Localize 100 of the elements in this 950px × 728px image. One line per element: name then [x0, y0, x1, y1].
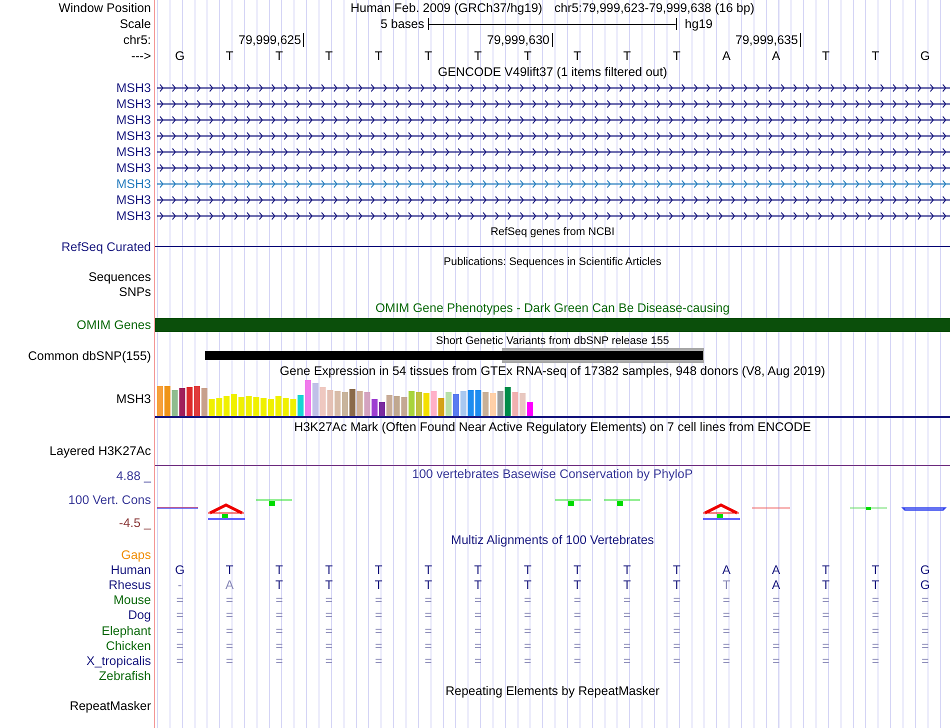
base-letter: = — [574, 608, 581, 622]
transcript-label[interactable]: MSH3 — [116, 129, 151, 143]
base-letter: = — [623, 638, 631, 653]
track-label[interactable]: RepeatMasker — [70, 699, 151, 713]
ruler-tick: 79,999,630 — [486, 33, 552, 47]
base-letter: = — [424, 638, 432, 653]
base-letter: = — [673, 638, 680, 653]
base-letter: = — [722, 624, 730, 638]
base-letter: = — [325, 608, 333, 622]
species-label[interactable]: Human — [110, 562, 151, 577]
base-letter: = — [772, 624, 780, 638]
base-letter: = — [574, 654, 581, 668]
base-letter: G — [174, 49, 185, 63]
assembly-name: Human Feb. 2009 (GRCh37/hg19) — [350, 1, 542, 15]
base-letter: T — [424, 49, 432, 63]
base-letter: T — [872, 562, 880, 577]
base-letter: T — [623, 578, 631, 592]
base-letter: = — [424, 608, 432, 622]
base-letter: T — [474, 562, 482, 577]
base-letter: = — [574, 593, 581, 608]
base-letter: = — [872, 638, 880, 653]
base-letter: = — [524, 638, 532, 653]
base-letter: T — [872, 578, 880, 592]
base-letter: G — [920, 562, 930, 577]
track-title: RefSeq genes from NCBI — [490, 224, 615, 238]
base-letter: T — [325, 562, 333, 577]
base-letter: T — [524, 49, 532, 63]
base-letter: = — [524, 593, 532, 608]
base-letter: = — [276, 608, 283, 622]
transcript-label[interactable]: MSH3 — [116, 145, 151, 159]
track-label[interactable]: Sequences — [88, 270, 151, 284]
scale-span: 5 bases — [380, 17, 424, 31]
base-letter: T — [672, 578, 681, 592]
track-title: 100 vertebrates Basewise Conservation by PhyloP — [412, 467, 693, 481]
base-letter: = — [474, 638, 482, 653]
base-letter: T — [574, 49, 582, 63]
row-label: ---> — [131, 49, 151, 63]
base-letter: = — [922, 654, 929, 668]
track-label[interactable]: OMIM Genes — [76, 318, 151, 332]
base-letter: A — [225, 578, 234, 592]
species-label[interactable]: X_tropicalis — [86, 654, 151, 668]
track-label[interactable]: RefSeq Curated — [61, 240, 151, 254]
base-letter: = — [772, 593, 780, 608]
axis-min: -4.5 _ — [119, 516, 151, 530]
base-letter: = — [822, 624, 830, 638]
track-label[interactable]: Common dbSNP(155) — [28, 348, 151, 362]
row-label: Window Position — [58, 1, 151, 15]
transcript-label[interactable]: MSH3 — [116, 193, 151, 207]
transcript-label[interactable]: MSH3 — [116, 161, 151, 175]
base-letter: = — [374, 593, 382, 608]
base-letter: T — [275, 578, 284, 592]
base-letter: T — [822, 49, 830, 63]
base-letter: = — [872, 624, 880, 638]
track-label: Gaps — [121, 548, 151, 562]
base-letter: = — [922, 624, 929, 638]
base-letter: T — [672, 49, 681, 63]
base-letter: = — [374, 624, 382, 638]
species-label[interactable]: Elephant — [102, 624, 151, 638]
species-label[interactable]: Rhesus — [108, 578, 151, 592]
transcript-label[interactable]: MSH3 — [116, 97, 151, 111]
base-letter: = — [325, 593, 333, 608]
base-letter: = — [822, 593, 830, 608]
base-letter: = — [424, 624, 432, 638]
base-letter: = — [623, 654, 631, 668]
ruler-tick: 79,999,635 — [735, 33, 801, 47]
base-letter: = — [524, 654, 532, 668]
base-letter: T — [574, 578, 582, 592]
transcript-label[interactable]: MSH3 — [116, 81, 151, 95]
transcript-label[interactable]: MSH3 — [116, 209, 151, 223]
transcript-label[interactable]: MSH3 — [116, 113, 151, 127]
base-letter: = — [176, 654, 184, 668]
base-letter: = — [276, 593, 283, 608]
base-letter: T — [374, 49, 382, 63]
row-label: chr5: — [123, 33, 151, 47]
track-label[interactable]: 100 Vert. Cons — [68, 492, 151, 506]
base-letter: = — [722, 638, 730, 653]
base-letter: = — [524, 608, 532, 622]
track-title: Short Genetic Variants from dbSNP release 155 — [436, 334, 670, 348]
base-letter: = — [722, 593, 730, 608]
track-label[interactable]: MSH3 — [116, 392, 151, 406]
base-letter: = — [673, 654, 680, 668]
species-label[interactable]: Dog — [128, 608, 151, 622]
base-letter: G — [920, 49, 930, 63]
track-title: Publications: Sequences in Scientific Articles — [444, 254, 662, 268]
species-label[interactable]: Chicken — [106, 638, 151, 653]
base-letter: = — [226, 624, 234, 638]
transcript-label[interactable]: MSH3 — [116, 177, 151, 191]
base-letter: = — [872, 608, 880, 622]
base-letter: = — [673, 624, 680, 638]
base-letter: = — [822, 608, 830, 622]
base-letter: = — [922, 608, 929, 622]
species-label[interactable]: Mouse — [113, 593, 151, 608]
species-label[interactable]: Zebrafish — [98, 669, 151, 684]
track-label[interactable]: Layered H3K27Ac — [50, 444, 151, 458]
track-label[interactable]: SNPs — [119, 285, 151, 299]
base-letter: = — [325, 624, 333, 638]
base-letter: A — [722, 562, 731, 577]
position-range: chr5:79,999,623-79,999,638 (16 bp) — [554, 1, 754, 15]
ruler-tick: 79,999,625 — [238, 33, 304, 47]
base-letter: = — [574, 638, 581, 653]
